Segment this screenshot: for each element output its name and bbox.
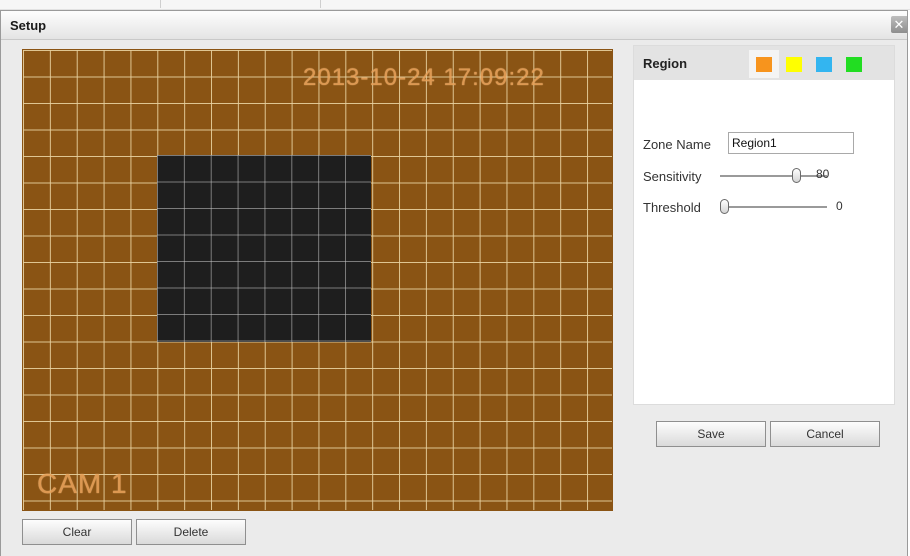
close-icon[interactable]: ✕	[891, 16, 907, 33]
sensitivity-label: Sensitivity	[643, 169, 702, 184]
region-label: Region	[643, 56, 688, 71]
motion-detection-grid[interactable]: 2013-10-24 17:09:22 CAM 1	[22, 49, 613, 511]
background-tab	[0, 0, 161, 8]
region-swatch-orange[interactable]	[749, 50, 779, 78]
blue-swatch-icon	[816, 57, 832, 72]
cancel-button[interactable]: Cancel	[770, 421, 880, 447]
sensitivity-slider-track[interactable]	[720, 175, 827, 177]
clear-button[interactable]: Clear	[22, 519, 132, 545]
region-swatch-green[interactable]	[839, 50, 869, 78]
dialog-title: Setup	[10, 18, 47, 33]
region-header: Region	[634, 46, 894, 80]
region-settings-panel: Region Zone Name Sensitivity 80 Threshol…	[633, 45, 895, 405]
threshold-value: 0	[836, 199, 843, 213]
zone-name-label: Zone Name	[643, 137, 711, 152]
dialog-titlebar: Setup ✕	[1, 11, 907, 40]
region-swatch-yellow[interactable]	[779, 50, 809, 78]
orange-swatch-icon	[756, 57, 772, 72]
threshold-slider-handle[interactable]	[720, 199, 729, 214]
selected-motion-region[interactable]	[157, 155, 371, 342]
sensitivity-slider-handle[interactable]	[792, 168, 801, 183]
yellow-swatch-icon	[786, 57, 802, 72]
threshold-slider-track[interactable]	[720, 206, 827, 208]
delete-button[interactable]: Delete	[136, 519, 246, 545]
video-timestamp: 2013-10-24 17:09:22	[303, 64, 545, 91]
zone-name-input[interactable]	[728, 132, 854, 154]
threshold-label: Threshold	[643, 200, 701, 215]
save-button[interactable]: Save	[656, 421, 766, 447]
green-swatch-icon	[846, 57, 862, 72]
region-swatch-blue[interactable]	[809, 50, 839, 78]
background-page-strip	[0, 0, 910, 10]
camera-label: CAM 1	[37, 468, 128, 499]
sensitivity-value: 80	[816, 167, 830, 181]
background-tab	[160, 0, 321, 8]
